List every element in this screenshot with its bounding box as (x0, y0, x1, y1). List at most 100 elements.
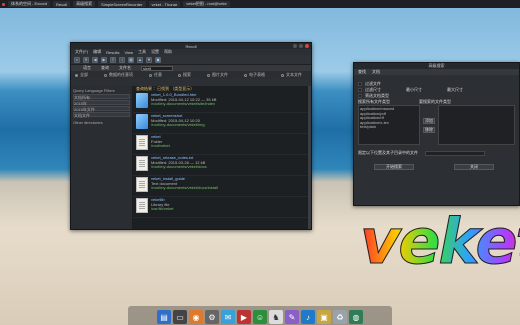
list-item[interactable]: veket_1.0.0_Bundled.htm Modified: 2015-04… (133, 92, 308, 113)
selected-types-list[interactable] (438, 105, 515, 145)
spell-icon[interactable]: ≡ (110, 56, 116, 63)
filter-checkbox[interactable] (358, 82, 362, 86)
tab-find[interactable]: 查找 (358, 69, 366, 75)
mail-icon[interactable]: ✉ (221, 310, 235, 324)
menu-settings[interactable]: 设置 (151, 49, 159, 55)
filter-item[interactable]: 文档文件 (73, 112, 130, 118)
filter-item[interactable]: 2015年 (73, 100, 130, 106)
taskbar-item-advanced[interactable]: 高级搜索 (73, 1, 96, 7)
up-icon[interactable]: ▲ (137, 56, 143, 63)
radio-spreadsheets[interactable]: 电子表格 (244, 72, 265, 78)
filetype-lists: application/msword application/pdf appli… (354, 105, 519, 145)
radio-dot (207, 73, 210, 77)
settings-icon[interactable]: ⚙ (205, 310, 219, 324)
maximize-icon[interactable] (299, 44, 303, 48)
taskbar-label: 高级搜索 (76, 1, 93, 6)
start-search-button[interactable]: 开始搜索 (374, 164, 414, 170)
music-icon[interactable]: ♪ (301, 310, 315, 324)
max-size-label: 最大尺寸 (447, 87, 463, 92)
tab-documents[interactable]: 文档 (372, 69, 380, 75)
radio-label: 搜索 (183, 72, 191, 77)
list-item[interactable]: veket_screenshot Modified: 2015-04-12 10:… (133, 113, 308, 134)
taskbar-label: SimpleScreenRecorder (101, 1, 143, 7)
action-row: 开始搜索 关闭 (354, 164, 519, 170)
radio-any-term[interactable]: 数据的任意项 (104, 72, 133, 78)
menu-icon[interactable] (2, 2, 5, 6)
forward-icon[interactable]: ▶ (101, 56, 107, 63)
terminal-icon[interactable]: ▭ (173, 310, 187, 324)
menu-file[interactable]: 文件(F) (75, 49, 88, 55)
list-item[interactable]: veket_install_guide Text document/root/my… (133, 176, 308, 197)
search-icon[interactable]: ⌕ (74, 56, 80, 63)
taskbar-item-recorder[interactable]: SimpleScreenRecorder (98, 1, 146, 7)
chat-icon[interactable]: ☺ (253, 310, 267, 324)
taskbar-item-recoll[interactable]: Recoll (53, 1, 71, 7)
result-path: /usr/lib/veket (151, 206, 174, 211)
list-item[interactable]: veket Folder/root/veket (133, 134, 308, 155)
network-icon[interactable]: ◍ (349, 310, 363, 324)
advanced-tabs: 查找 文档 (354, 69, 519, 75)
size-checkbox[interactable] (358, 88, 362, 92)
tab-filename[interactable]: 文件名 (119, 65, 131, 71)
radio-all[interactable]: 全部 (75, 72, 88, 78)
radio-label: 文本文件 (286, 72, 302, 77)
minimize-icon[interactable] (293, 44, 297, 48)
results-scrollbar[interactable] (308, 86, 311, 229)
document-icon (136, 135, 148, 150)
table-icon[interactable]: ▦ (128, 56, 134, 63)
image-icon[interactable]: ▣ (155, 56, 161, 63)
filter-item[interactable]: 2015年文件 (73, 106, 130, 112)
advanced-titlebar[interactable]: 高级搜索 (354, 63, 519, 69)
available-types-list[interactable]: application/msword application/pdf appli… (358, 105, 420, 145)
taskbar-label: veket把图 - root@veke (186, 1, 227, 6)
tab-language[interactable]: 语言 (83, 65, 91, 71)
location-input[interactable] (425, 150, 485, 156)
radio-images[interactable]: 图片文件 (207, 72, 228, 78)
search-input-value: shell (143, 65, 152, 71)
menu-results[interactable]: Results (106, 50, 119, 55)
filter-item[interactable]: 文档所有 (73, 94, 130, 100)
radio-text[interactable]: 文本文件 (281, 72, 302, 78)
other-directories-label: Other directories (73, 120, 103, 125)
menu-tools[interactable]: 工具 (138, 49, 146, 55)
game-icon[interactable]: ♞ (269, 310, 283, 324)
search-input[interactable]: shell (141, 65, 173, 71)
filter-item-label: 文档文件 (74, 113, 90, 118)
radio-label: 全部 (80, 72, 88, 77)
radio-label: 图片文件 (212, 72, 228, 77)
remove-type-button[interactable]: 移除 (423, 126, 435, 133)
taskbar-item-thunar[interactable]: veket - Thunar (148, 1, 181, 7)
radio-label: 电子表格 (249, 72, 265, 77)
sort-icon[interactable]: ↕ (119, 56, 125, 63)
clear-icon[interactable]: ✕ (83, 56, 89, 63)
close-icon[interactable] (305, 44, 309, 48)
add-type-button[interactable]: 添加 (423, 117, 435, 124)
filter-item-label: 2015年 (74, 101, 87, 106)
type-item[interactable]: text/plain (360, 124, 418, 130)
menu-help[interactable]: 帮助 (164, 49, 172, 55)
down-icon[interactable]: ▼ (146, 56, 152, 63)
folder-icon[interactable]: ▤ (157, 310, 171, 324)
image-icon[interactable]: ▣ (317, 310, 331, 324)
taskbar-item-excord[interactable]: 体系的空间 - Excord (8, 1, 51, 7)
media-icon[interactable]: ▶ (237, 310, 251, 324)
list-item[interactable]: veketlib Library file/usr/lib/veket (133, 197, 308, 218)
filetype-checkbox[interactable] (358, 94, 362, 98)
menu-view[interactable]: View (124, 50, 133, 55)
recycle-icon[interactable]: ♻ (333, 310, 347, 324)
tab-query[interactable]: 查询 (101, 65, 109, 71)
taskbar-item-terminal[interactable]: veket把图 - root@veke (183, 1, 230, 7)
veket-logo: veket (359, 205, 520, 279)
radio-search[interactable]: 搜索 (178, 72, 191, 78)
radio-any[interactable]: 任意 (149, 72, 162, 78)
browser-icon[interactable]: ◉ (189, 310, 203, 324)
filter-panel-title: Query Language Filters (73, 88, 115, 93)
menu-edit[interactable]: 编辑 (93, 49, 101, 55)
close-button[interactable]: 关闭 (454, 164, 494, 170)
radio-dot (281, 73, 284, 77)
back-icon[interactable]: ◀ (92, 56, 98, 63)
editor-icon[interactable]: ✎ (285, 310, 299, 324)
recoll-titlebar[interactable]: Recoll (71, 43, 311, 49)
radio-dot (178, 73, 181, 77)
list-item[interactable]: veket_release_notes.txt Modified: 2015-03… (133, 155, 308, 176)
